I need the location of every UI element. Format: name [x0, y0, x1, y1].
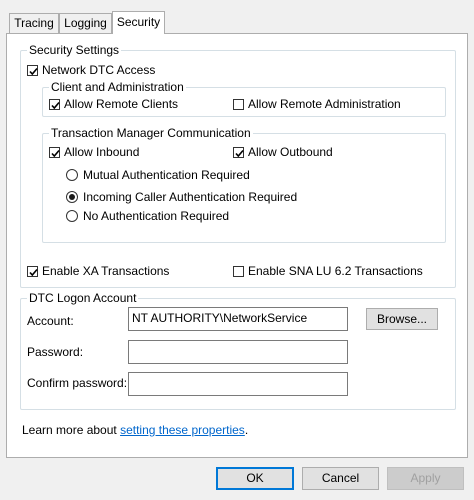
account-field[interactable]: NT AUTHORITY\NetworkService	[128, 307, 348, 331]
allow-remote-clients-checkbox[interactable]: Allow Remote Clients	[49, 97, 178, 111]
confirm-password-field[interactable]	[128, 372, 348, 396]
allow-inbound-checkbox[interactable]: Allow Inbound	[49, 145, 139, 159]
mutual-auth-radio[interactable]: Mutual Authentication Required	[66, 168, 250, 182]
allow-outbound-checkbox[interactable]: Allow Outbound	[233, 145, 333, 159]
cancel-button[interactable]: Cancel	[302, 467, 379, 490]
ok-button-label: OK	[246, 471, 264, 485]
checkbox-checked-icon	[49, 146, 60, 158]
checkbox-unchecked-icon	[233, 265, 244, 277]
learn-more-text: Learn more about setting these propertie…	[22, 423, 248, 437]
client-admin-legend: Client and Administration	[49, 80, 186, 94]
allow-remote-clients-label: Allow Remote Clients	[64, 97, 179, 111]
network-dtc-access-label: Network DTC Access	[42, 63, 156, 77]
tab-tracing-label: Tracing	[14, 16, 54, 30]
radio-unselected-icon	[66, 210, 78, 222]
password-label: Password:	[27, 345, 84, 359]
tab-logging[interactable]: Logging	[59, 13, 112, 33]
enable-xa-checkbox[interactable]: Enable XA Transactions	[27, 264, 169, 278]
allow-remote-admin-label: Allow Remote Administration	[248, 97, 401, 111]
mutual-auth-label: Mutual Authentication Required	[83, 168, 250, 182]
tab-security[interactable]: Security	[112, 11, 165, 34]
learn-more-suffix: .	[244, 423, 249, 437]
enable-sna-checkbox[interactable]: Enable SNA LU 6.2 Transactions	[233, 264, 423, 278]
radio-unselected-icon	[66, 169, 78, 181]
security-tab-panel: Security Settings Network DTC Access Cli…	[6, 33, 468, 458]
confirm-password-label: Confirm password:	[27, 376, 128, 390]
ok-button[interactable]: OK	[216, 467, 294, 490]
learn-more-prefix: Learn more about	[22, 423, 121, 437]
checkbox-checked-icon	[27, 64, 38, 76]
network-dtc-access-checkbox[interactable]: Network DTC Access	[27, 63, 155, 77]
enable-xa-label: Enable XA Transactions	[42, 264, 170, 278]
checkbox-unchecked-icon	[233, 98, 244, 110]
password-field[interactable]	[128, 340, 348, 364]
cancel-button-label: Cancel	[321, 471, 360, 485]
account-label: Account:	[27, 314, 74, 328]
browse-button[interactable]: Browse...	[366, 308, 438, 330]
security-settings-legend: Security Settings	[27, 43, 122, 57]
checkbox-checked-icon	[233, 146, 244, 158]
tab-logging-label: Logging	[64, 16, 107, 30]
allow-inbound-label: Allow Inbound	[64, 145, 140, 159]
checkbox-checked-icon	[27, 265, 38, 277]
tm-communication-legend: Transaction Manager Communication	[49, 126, 253, 140]
learn-more-link[interactable]: setting these properties	[120, 423, 245, 437]
allow-remote-admin-checkbox[interactable]: Allow Remote Administration	[233, 97, 401, 111]
browse-button-label: Browse...	[376, 312, 427, 326]
no-auth-label: No Authentication Required	[83, 209, 230, 223]
tab-security-label: Security	[116, 15, 161, 29]
apply-button-label: Apply	[410, 471, 441, 485]
radio-selected-icon	[66, 191, 78, 203]
incoming-caller-auth-label: Incoming Caller Authentication Required	[83, 190, 298, 204]
allow-outbound-label: Allow Outbound	[248, 145, 333, 159]
checkbox-checked-icon	[49, 98, 60, 110]
apply-button[interactable]: Apply	[387, 467, 464, 490]
logon-account-legend: DTC Logon Account	[27, 291, 139, 305]
no-auth-radio[interactable]: No Authentication Required	[66, 209, 229, 223]
enable-sna-label: Enable SNA LU 6.2 Transactions	[248, 264, 423, 278]
tab-tracing[interactable]: Tracing	[9, 13, 59, 33]
incoming-caller-auth-radio[interactable]: Incoming Caller Authentication Required	[66, 190, 297, 204]
